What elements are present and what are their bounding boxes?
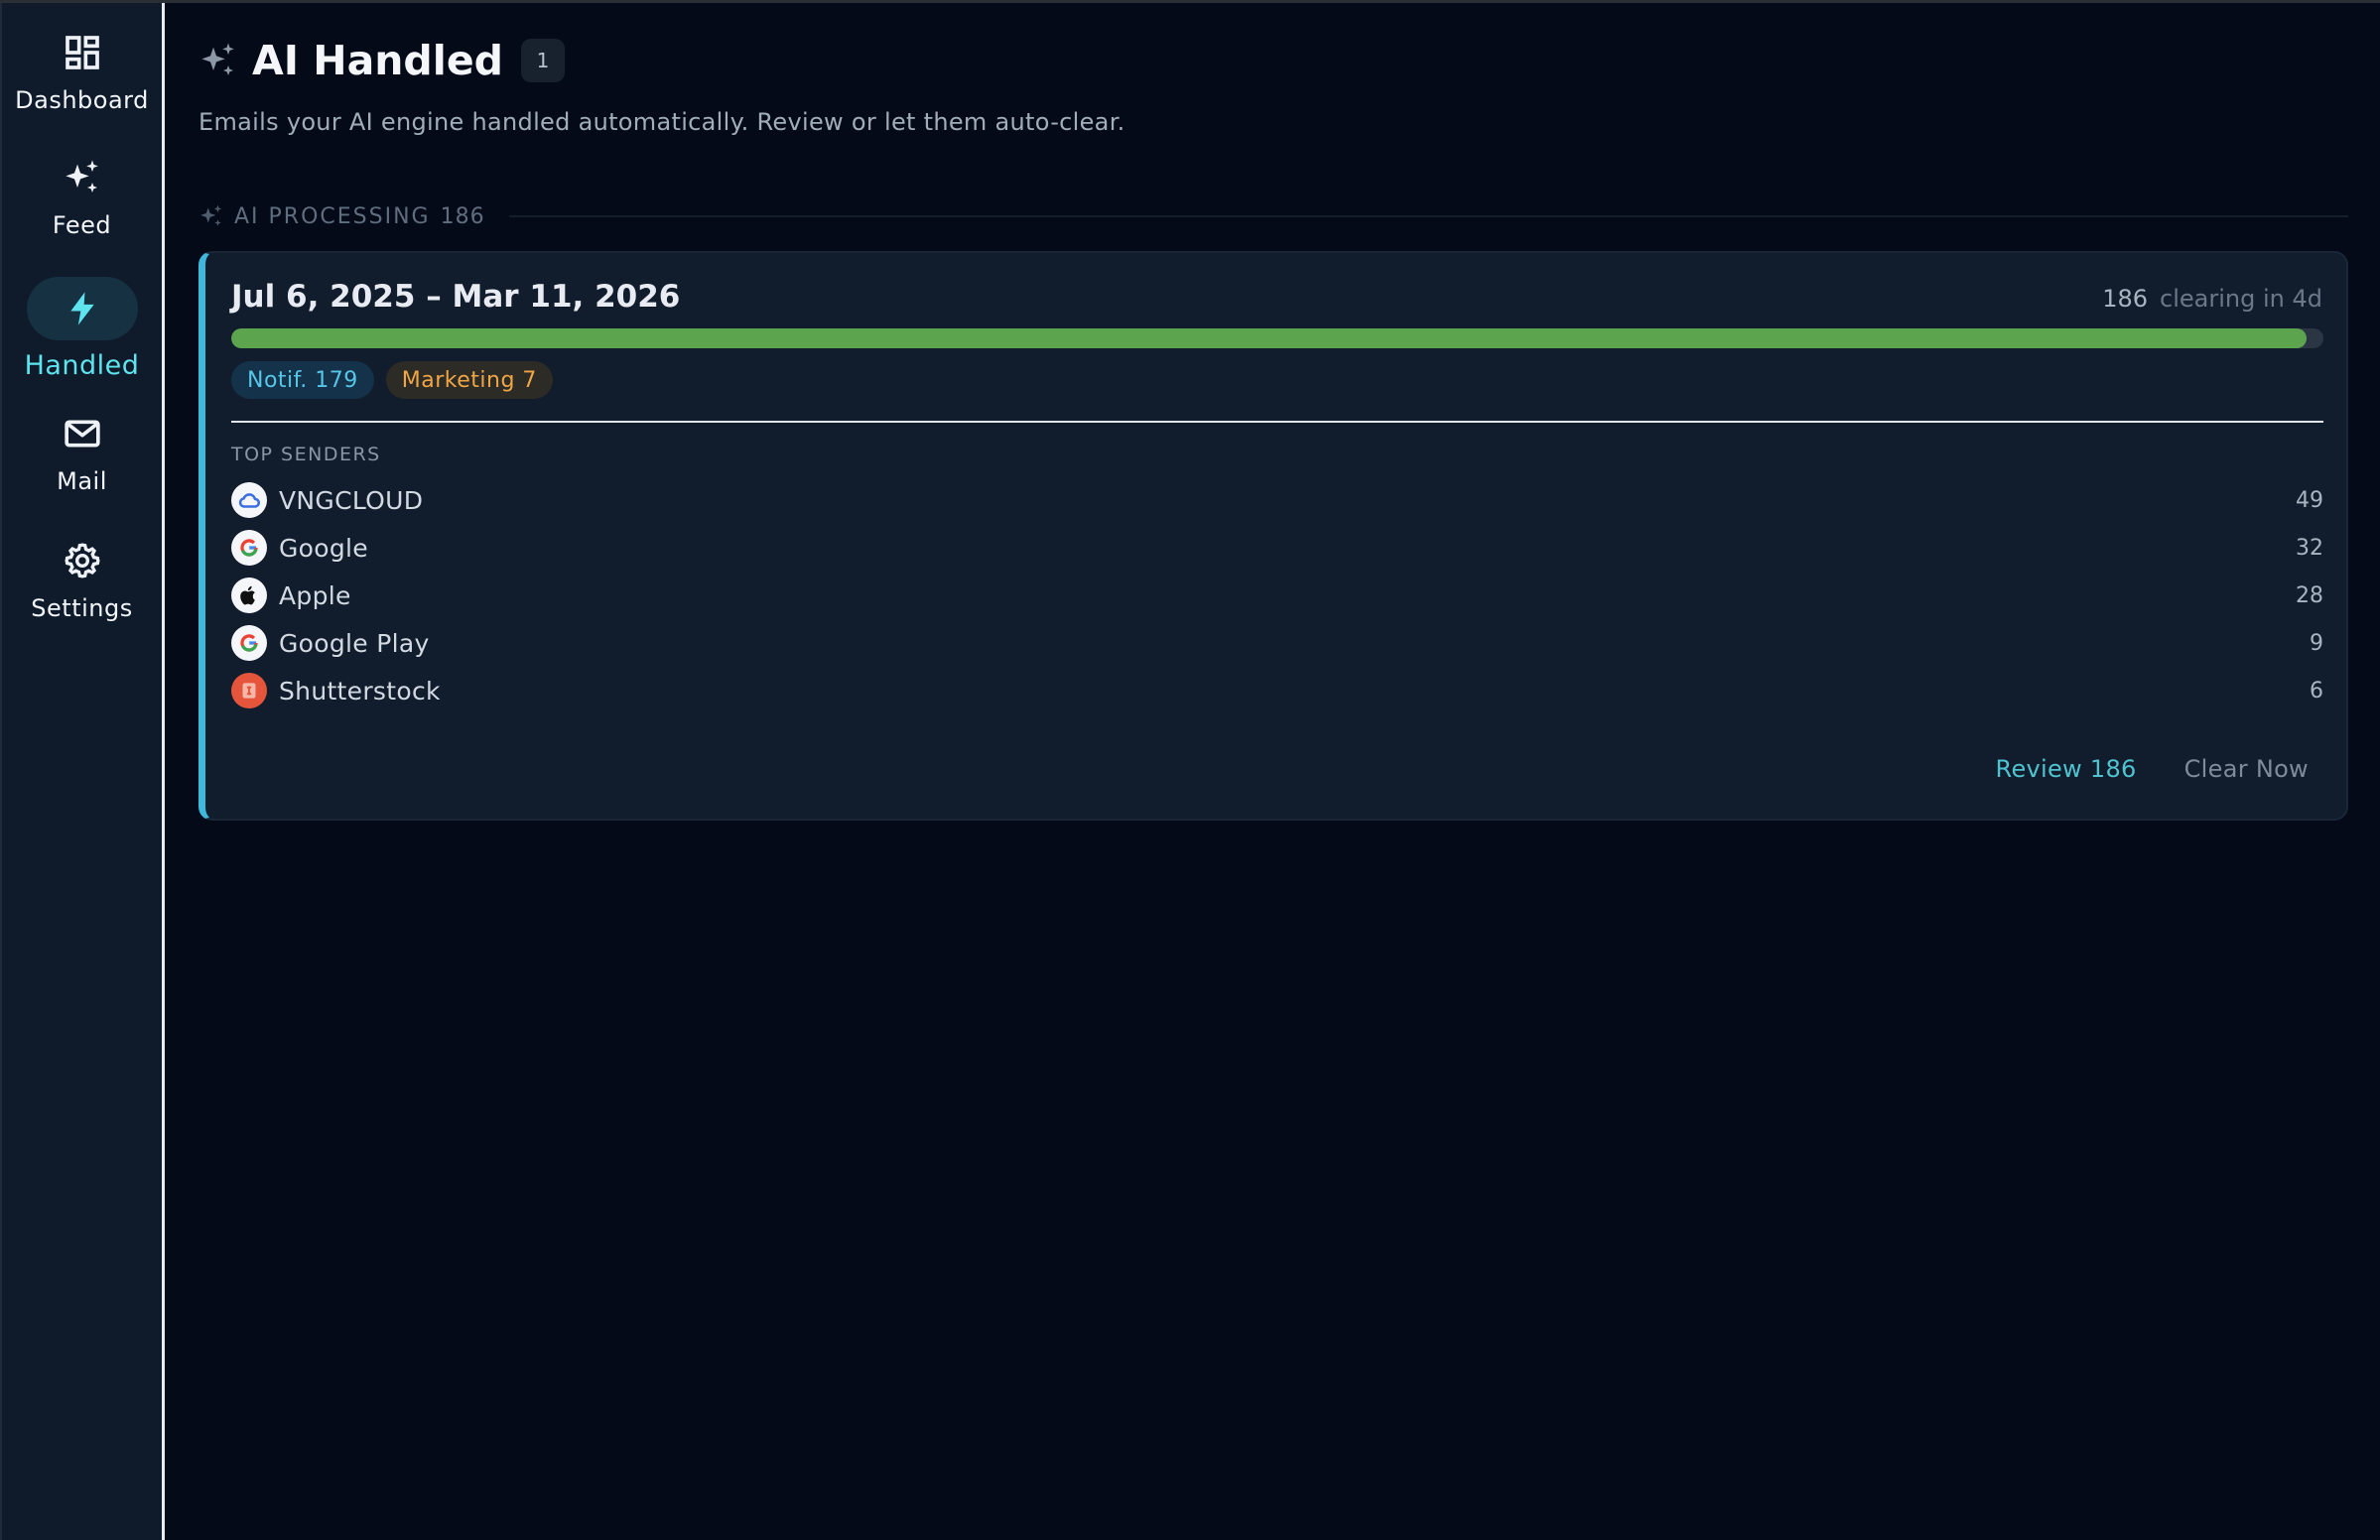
sender-row[interactable]: Shutterstock 6 [231,667,2323,714]
page-title: AI Handled [252,37,503,84]
sender-row[interactable]: Apple 28 [231,572,2323,619]
nav-item-settings[interactable]: Settings [2,539,162,622]
dashboard-icon [61,31,104,74]
sender-count: 6 [2310,678,2323,704]
sparkles-icon [61,156,104,199]
sender-count: 28 [2296,582,2323,608]
sender-row[interactable]: Google Play 9 [231,619,2323,667]
nav-item-dashboard[interactable]: Dashboard [2,31,162,114]
review-button[interactable]: Review 186 [1996,755,2137,783]
clear-now-button[interactable]: Clear Now [2184,755,2309,783]
batch-card: Jul 6, 2025 – Mar 11, 2026 186 clearing i… [198,251,2348,821]
nav-label-mail: Mail [57,467,107,495]
sender-name: Google Play [279,628,430,658]
gear-icon [61,539,104,582]
progress-fill [231,328,2308,348]
top-senders-list: VNGCLOUD 49 Google 32 Apple 28 Google Pl… [231,476,2323,714]
sender-row[interactable]: VNGCLOUD 49 [231,476,2323,524]
main-content: AI Handled 1 Emails your AI engine handl… [165,3,2380,1540]
sender-name: Apple [279,580,351,610]
sparkles-icon [200,204,222,226]
lightning-icon [61,287,104,330]
sparkles-icon [201,43,234,75]
section-count: 186 [440,203,485,229]
sender-row[interactable]: Google 32 [231,524,2323,572]
google-icon [231,625,267,661]
progress-bar [231,328,2323,348]
section-label: AI PROCESSING [234,203,431,229]
sidebar: Dashboard Feed Handled Mail Settings [0,3,165,1540]
nav-item-handled[interactable]: Handled [2,277,162,381]
sender-count: 49 [2296,487,2323,513]
google-icon [231,530,267,566]
page-subtitle: Emails your AI engine handled automatica… [198,108,1125,136]
shutterstock-icon [231,673,267,708]
batch-date-range: Jul 6, 2025 – Mar 11, 2026 [231,279,681,315]
tag-notifications[interactable]: Notif. 179 [231,361,374,399]
sender-name: Google [279,533,368,563]
section-divider [508,215,2348,217]
nav-item-feed[interactable]: Feed [2,156,162,239]
batch-total: 186 [2102,285,2149,313]
nav-active-pill [26,277,138,340]
sender-name: VNGCLOUD [279,485,424,515]
category-tags: Notif. 179 Marketing 7 [231,361,553,399]
apple-icon [231,578,267,613]
top-senders-title: TOP SENDERS [231,444,381,465]
sender-name: Shutterstock [279,676,441,706]
nav-label-feed: Feed [52,211,112,239]
section-header: AI PROCESSING 186 [198,203,2348,229]
tag-marketing[interactable]: Marketing 7 [385,361,553,399]
card-actions: Review 186 Clear Now [1996,755,2309,783]
page-header: AI Handled 1 [198,37,565,84]
nav-label-settings: Settings [31,594,133,622]
mail-icon [61,412,104,455]
count-badge: 1 [521,39,565,82]
sender-count: 9 [2310,630,2323,656]
nav-label-dashboard: Dashboard [15,86,149,114]
clearing-countdown: clearing in 4d [2160,285,2322,313]
batch-status: 186 clearing in 4d [2102,285,2322,313]
nav-item-mail[interactable]: Mail [2,412,162,495]
app-window: Dashboard Feed Handled Mail Settings AI … [0,0,2380,1540]
card-divider [231,421,2323,423]
nav-label-handled: Handled [24,350,140,381]
cloud-icon [231,482,267,518]
sender-count: 32 [2296,535,2323,561]
